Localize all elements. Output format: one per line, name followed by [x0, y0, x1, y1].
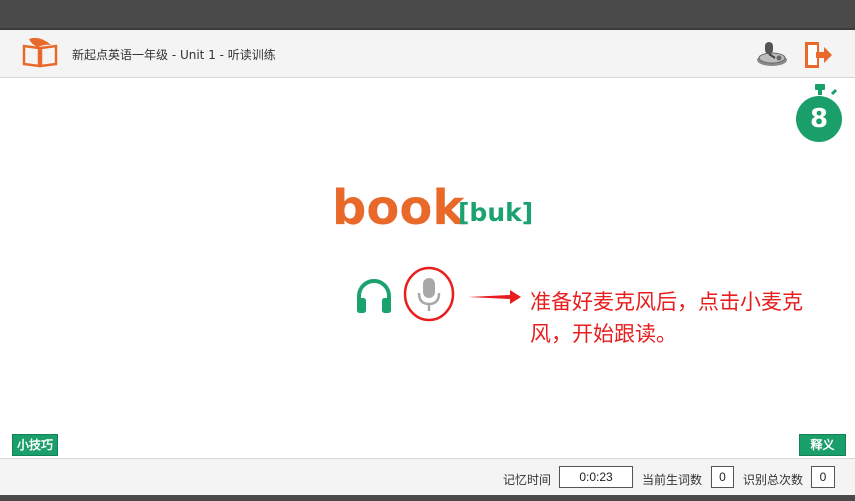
arrow-right-icon	[468, 290, 521, 304]
timer-value: 8	[809, 104, 829, 134]
exit-door-icon[interactable]	[803, 40, 833, 70]
hint-text: 准备好麦克风后，点击小麦克风，开始跟读。	[530, 290, 803, 346]
memory-time-label: 记忆时间	[503, 473, 552, 487]
microphone-settings-icon[interactable]	[755, 38, 789, 68]
memory-time-value: 0:0:23	[559, 466, 633, 488]
new-words-value: 0	[711, 466, 734, 488]
tips-button[interactable]: 小技巧	[12, 434, 59, 456]
meaning-button[interactable]: 释义	[799, 434, 846, 456]
word-display: book [buk]	[0, 180, 855, 240]
status-bar: 记忆时间 0:0:23 当前生词数 0 识别总次数 0	[0, 458, 855, 496]
app-header: 新起点英语一年级 - Unit 1 - 听读训练	[0, 30, 855, 78]
window-bottom-edge	[0, 495, 855, 501]
page-title: 新起点英语一年级 - Unit 1 - 听读训练	[72, 48, 276, 62]
microphone-icon[interactable]	[402, 266, 456, 322]
countdown-timer: 8	[796, 84, 844, 144]
new-words-label: 当前生词数	[642, 473, 703, 487]
recognitions-label: 识别总次数	[743, 473, 804, 487]
headphone-icon[interactable]	[354, 276, 394, 316]
window-titlebar	[0, 0, 855, 30]
word-text: book	[332, 180, 465, 236]
book-quill-icon	[22, 37, 58, 68]
word-phonetic: [buk]	[458, 198, 534, 227]
recognitions-value: 0	[811, 466, 835, 488]
